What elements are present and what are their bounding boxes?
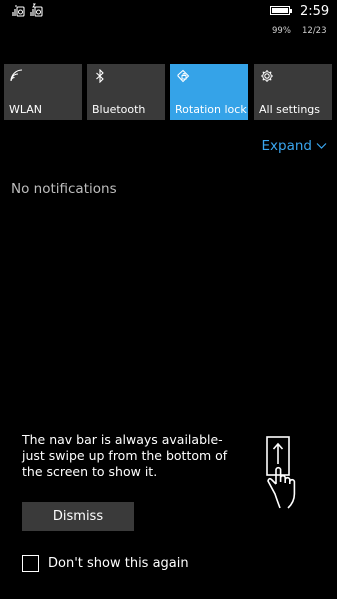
sim-2-signal-icon (30, 3, 44, 17)
status-bar: 2:59 99% 12/23 (0, 0, 337, 44)
quick-action-bluetooth[interactable]: Bluetooth (87, 64, 165, 120)
quick-action-all-settings[interactable]: All settings (254, 64, 332, 120)
quick-action-label: Bluetooth (92, 103, 146, 116)
quick-action-label: All settings (259, 103, 320, 116)
dont-show-again-label[interactable]: Don't show this again (48, 556, 189, 571)
quick-action-wlan[interactable]: WLAN (4, 64, 82, 120)
quick-action-label: Rotation lock (175, 103, 247, 116)
dismiss-button[interactable]: Dismiss (22, 502, 134, 531)
expand-button[interactable]: Expand (262, 138, 328, 154)
dont-show-again-checkbox[interactable] (22, 555, 39, 572)
no-notifications-text: No notifications (11, 181, 117, 197)
quick-action-rotation-lock[interactable]: Rotation lock (170, 64, 248, 120)
quick-action-label: WLAN (9, 103, 43, 116)
expand-label: Expand (261, 138, 313, 154)
clock: 2:59 (300, 4, 330, 19)
chevron-down-icon (316, 143, 327, 149)
swipe-up-hand-icon (266, 436, 296, 509)
date: 12/23 (302, 26, 327, 36)
bluetooth-icon (93, 69, 107, 83)
dont-show-again-checkbox-row[interactable]: Don't show this again (22, 555, 189, 572)
sim-1-signal-icon (12, 3, 26, 17)
gear-icon (260, 69, 274, 83)
battery-percent: 99% (272, 26, 291, 36)
wifi-icon (10, 69, 24, 83)
nav-tip-message: The nav bar is always available-just swi… (22, 432, 228, 479)
battery-icon (270, 6, 292, 15)
rotation-lock-icon (176, 69, 190, 83)
